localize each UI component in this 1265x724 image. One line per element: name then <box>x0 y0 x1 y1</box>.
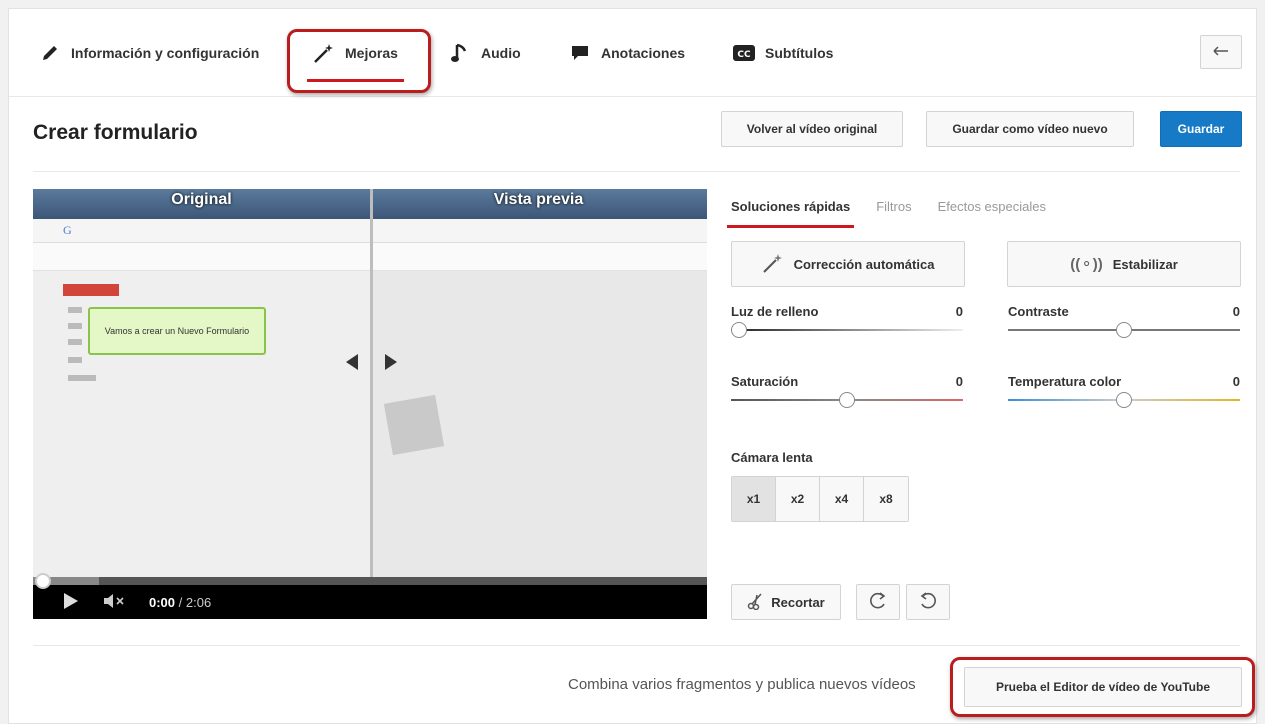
saturation-value: 0 <box>955 374 963 389</box>
google-logo: G <box>63 223 72 237</box>
contrast-label: Contraste <box>1008 304 1069 319</box>
sidebar-line <box>68 323 82 329</box>
cc-icon: CC <box>733 42 755 64</box>
fill-light-slider[interactable]: Luz de relleno 0 <box>731 304 963 344</box>
tab-special-effects[interactable]: Efectos especiales <box>938 199 1046 229</box>
rotate-left-button[interactable] <box>856 584 900 620</box>
progress-bar[interactable] <box>33 577 707 585</box>
fill-light-thumb[interactable] <box>731 322 747 338</box>
arrow-left-icon[interactable] <box>346 354 358 370</box>
color-temperature-thumb[interactable] <box>1116 392 1132 408</box>
google-bar <box>373 219 707 243</box>
header-divider <box>33 171 1240 172</box>
stabilize-icon: ((⚬)) <box>1070 256 1103 273</box>
tab-audio-label: Audio <box>481 45 521 61</box>
tab-audio[interactable]: Audio <box>449 41 521 65</box>
tab-annotations[interactable]: Anotaciones <box>569 41 685 65</box>
enhancement-tabs: Soluciones rápidas Filtros Efectos espec… <box>726 199 1046 229</box>
color-temperature-slider[interactable]: Temperatura color 0 <box>1008 374 1240 414</box>
mute-icon[interactable] <box>103 593 125 611</box>
pencil-icon <box>39 42 61 64</box>
original-label: Original <box>171 191 232 208</box>
revert-original-button[interactable]: Volver al vídeo original <box>721 111 903 147</box>
drive-bar <box>33 243 370 271</box>
saturation-thumb[interactable] <box>839 392 855 408</box>
undo-button[interactable] <box>1200 35 1242 69</box>
play-icon[interactable] <box>63 592 79 613</box>
time-total: / 2:06 <box>175 594 212 610</box>
footer-divider <box>33 645 1240 646</box>
music-note-icon <box>449 42 471 64</box>
time-current: 0:00 <box>149 594 176 610</box>
drive-bar <box>373 243 707 271</box>
page-title: Crear formulario <box>33 121 198 144</box>
tab-info-settings-label: Información y configuración <box>71 45 260 61</box>
slow-x8-button[interactable]: x8 <box>864 477 908 521</box>
contrast-value: 0 <box>1232 304 1240 319</box>
rotate-right-button[interactable] <box>906 584 950 620</box>
editor-tabs-nav: Información y configuración Mejoras Audi… <box>9 9 1256 97</box>
time-display: 0:00 / 2:06 <box>149 595 211 610</box>
sidebar-line <box>68 307 82 313</box>
editor-card: Información y configuración Mejoras Audi… <box>8 8 1257 724</box>
auto-fix-label: Corrección automática <box>793 256 935 272</box>
rotate-left-icon <box>868 591 888 614</box>
google-bar <box>33 219 370 243</box>
footer-promo-text: Combina varios fragmentos y publica nuev… <box>568 676 916 693</box>
tab-filters[interactable]: Filtros <box>876 199 911 229</box>
stabilize-label: Estabilizar <box>1112 256 1178 272</box>
undo-arrow-icon <box>1213 43 1229 61</box>
save-as-new-button[interactable]: Guardar como vídeo nuevo <box>926 111 1134 147</box>
magic-wand-icon <box>762 252 784 277</box>
slow-motion-label: Cámara lenta <box>731 450 813 465</box>
saturation-slider[interactable]: Saturación 0 <box>731 374 963 414</box>
player-controls: 0:00 / 2:06 <box>33 585 707 619</box>
slow-motion-group: x1 x2 x4 x8 <box>731 476 909 522</box>
tab-annotations-label: Anotaciones <box>601 45 686 61</box>
fill-light-label: Luz de relleno <box>731 304 819 319</box>
fill-light-track[interactable] <box>731 329 963 331</box>
auto-fix-button[interactable]: Corrección automática <box>731 241 965 287</box>
trim-button[interactable]: Recortar <box>731 584 841 620</box>
color-temperature-label: Temperatura color <box>1008 374 1122 389</box>
video-frame: G Vamos a crear un Nuevo Formulario Orig… <box>33 189 707 577</box>
arrow-right-icon[interactable] <box>385 354 397 370</box>
sidebar-line <box>68 375 96 381</box>
create-button-thumb <box>63 284 119 296</box>
slow-x1-button[interactable]: x1 <box>732 477 776 521</box>
svg-text:CC: CC <box>737 50 751 60</box>
saturation-label: Saturación <box>731 374 799 389</box>
video-player[interactable]: G Vamos a crear un Nuevo Formulario Orig… <box>33 189 707 619</box>
scissors-icon <box>747 592 765 613</box>
tab-info-settings[interactable]: Información y configuración <box>39 41 259 65</box>
highlight-frame-editor <box>950 657 1255 717</box>
save-button[interactable]: Guardar <box>1160 111 1242 147</box>
preview-pane <box>373 189 707 577</box>
contrast-slider[interactable]: Contraste 0 <box>1008 304 1240 344</box>
tab-subtitles-label: Subtítulos <box>765 45 834 61</box>
speech-bubble-icon <box>569 42 591 64</box>
callout-tooltip: Vamos a crear un Nuevo Formulario <box>88 307 266 355</box>
sidebar-line <box>68 339 82 345</box>
slow-x2-button[interactable]: x2 <box>776 477 820 521</box>
slow-x4-button[interactable]: x4 <box>820 477 864 521</box>
color-temperature-value: 0 <box>1232 374 1240 389</box>
contrast-thumb[interactable] <box>1116 322 1132 338</box>
rotate-right-icon <box>918 591 938 614</box>
tab-quick-fixes[interactable]: Soluciones rápidas <box>726 199 855 229</box>
trim-label: Recortar <box>771 594 825 610</box>
document-placeholder-icon <box>383 394 445 456</box>
stabilize-button[interactable]: ((⚬)) Estabilizar <box>1007 241 1241 287</box>
sidebar-line <box>68 357 82 363</box>
tab-subtitles[interactable]: CC Subtítulos <box>733 41 833 65</box>
highlight-frame-mejoras <box>287 29 431 93</box>
preview-label: Vista previa <box>493 191 584 208</box>
original-pane: G Vamos a crear un Nuevo Formulario <box>33 189 370 577</box>
fill-light-value: 0 <box>955 304 963 319</box>
